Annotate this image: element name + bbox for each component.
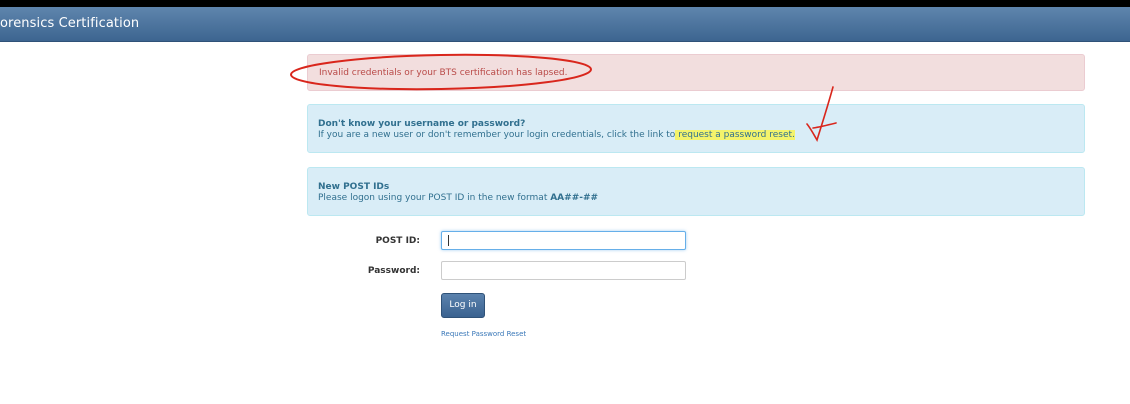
post-id-body: Please logon using your POST ID in the n… <box>318 192 598 204</box>
help-body: If you are a new user or don't remember … <box>318 129 795 141</box>
text-caret <box>448 235 449 246</box>
post-id-format: AA##-## <box>550 193 599 203</box>
app-brand[interactable]: orensics Certification <box>0 16 139 31</box>
post-id-alert: New POST IDs Please logon using your POS… <box>307 167 1085 216</box>
page: orensics Certification Invalid credentia… <box>0 7 1130 404</box>
login-button[interactable]: Log in <box>441 293 485 318</box>
request-password-reset-footer-link[interactable]: Request Password Reset <box>441 330 526 338</box>
help-alert: Don't know your username or password? If… <box>307 104 1085 153</box>
password-label: Password: <box>367 266 420 276</box>
help-text: If you are a new user or don't remember … <box>318 130 676 140</box>
request-password-reset-link[interactable]: request a password reset <box>678 130 792 140</box>
post-id-input[interactable] <box>441 231 686 250</box>
post-id-label: POST ID: <box>375 236 420 246</box>
navbar: orensics Certification <box>0 7 1130 42</box>
post-id-text: Please logon using your POST ID in the n… <box>318 193 548 203</box>
help-highlight: request a password reset. <box>675 130 795 140</box>
password-input[interactable] <box>441 261 686 280</box>
error-alert: Invalid credentials or your BTS certific… <box>307 54 1085 91</box>
help-text-end: . <box>792 130 795 140</box>
error-message: Invalid credentials or your BTS certific… <box>319 68 568 78</box>
